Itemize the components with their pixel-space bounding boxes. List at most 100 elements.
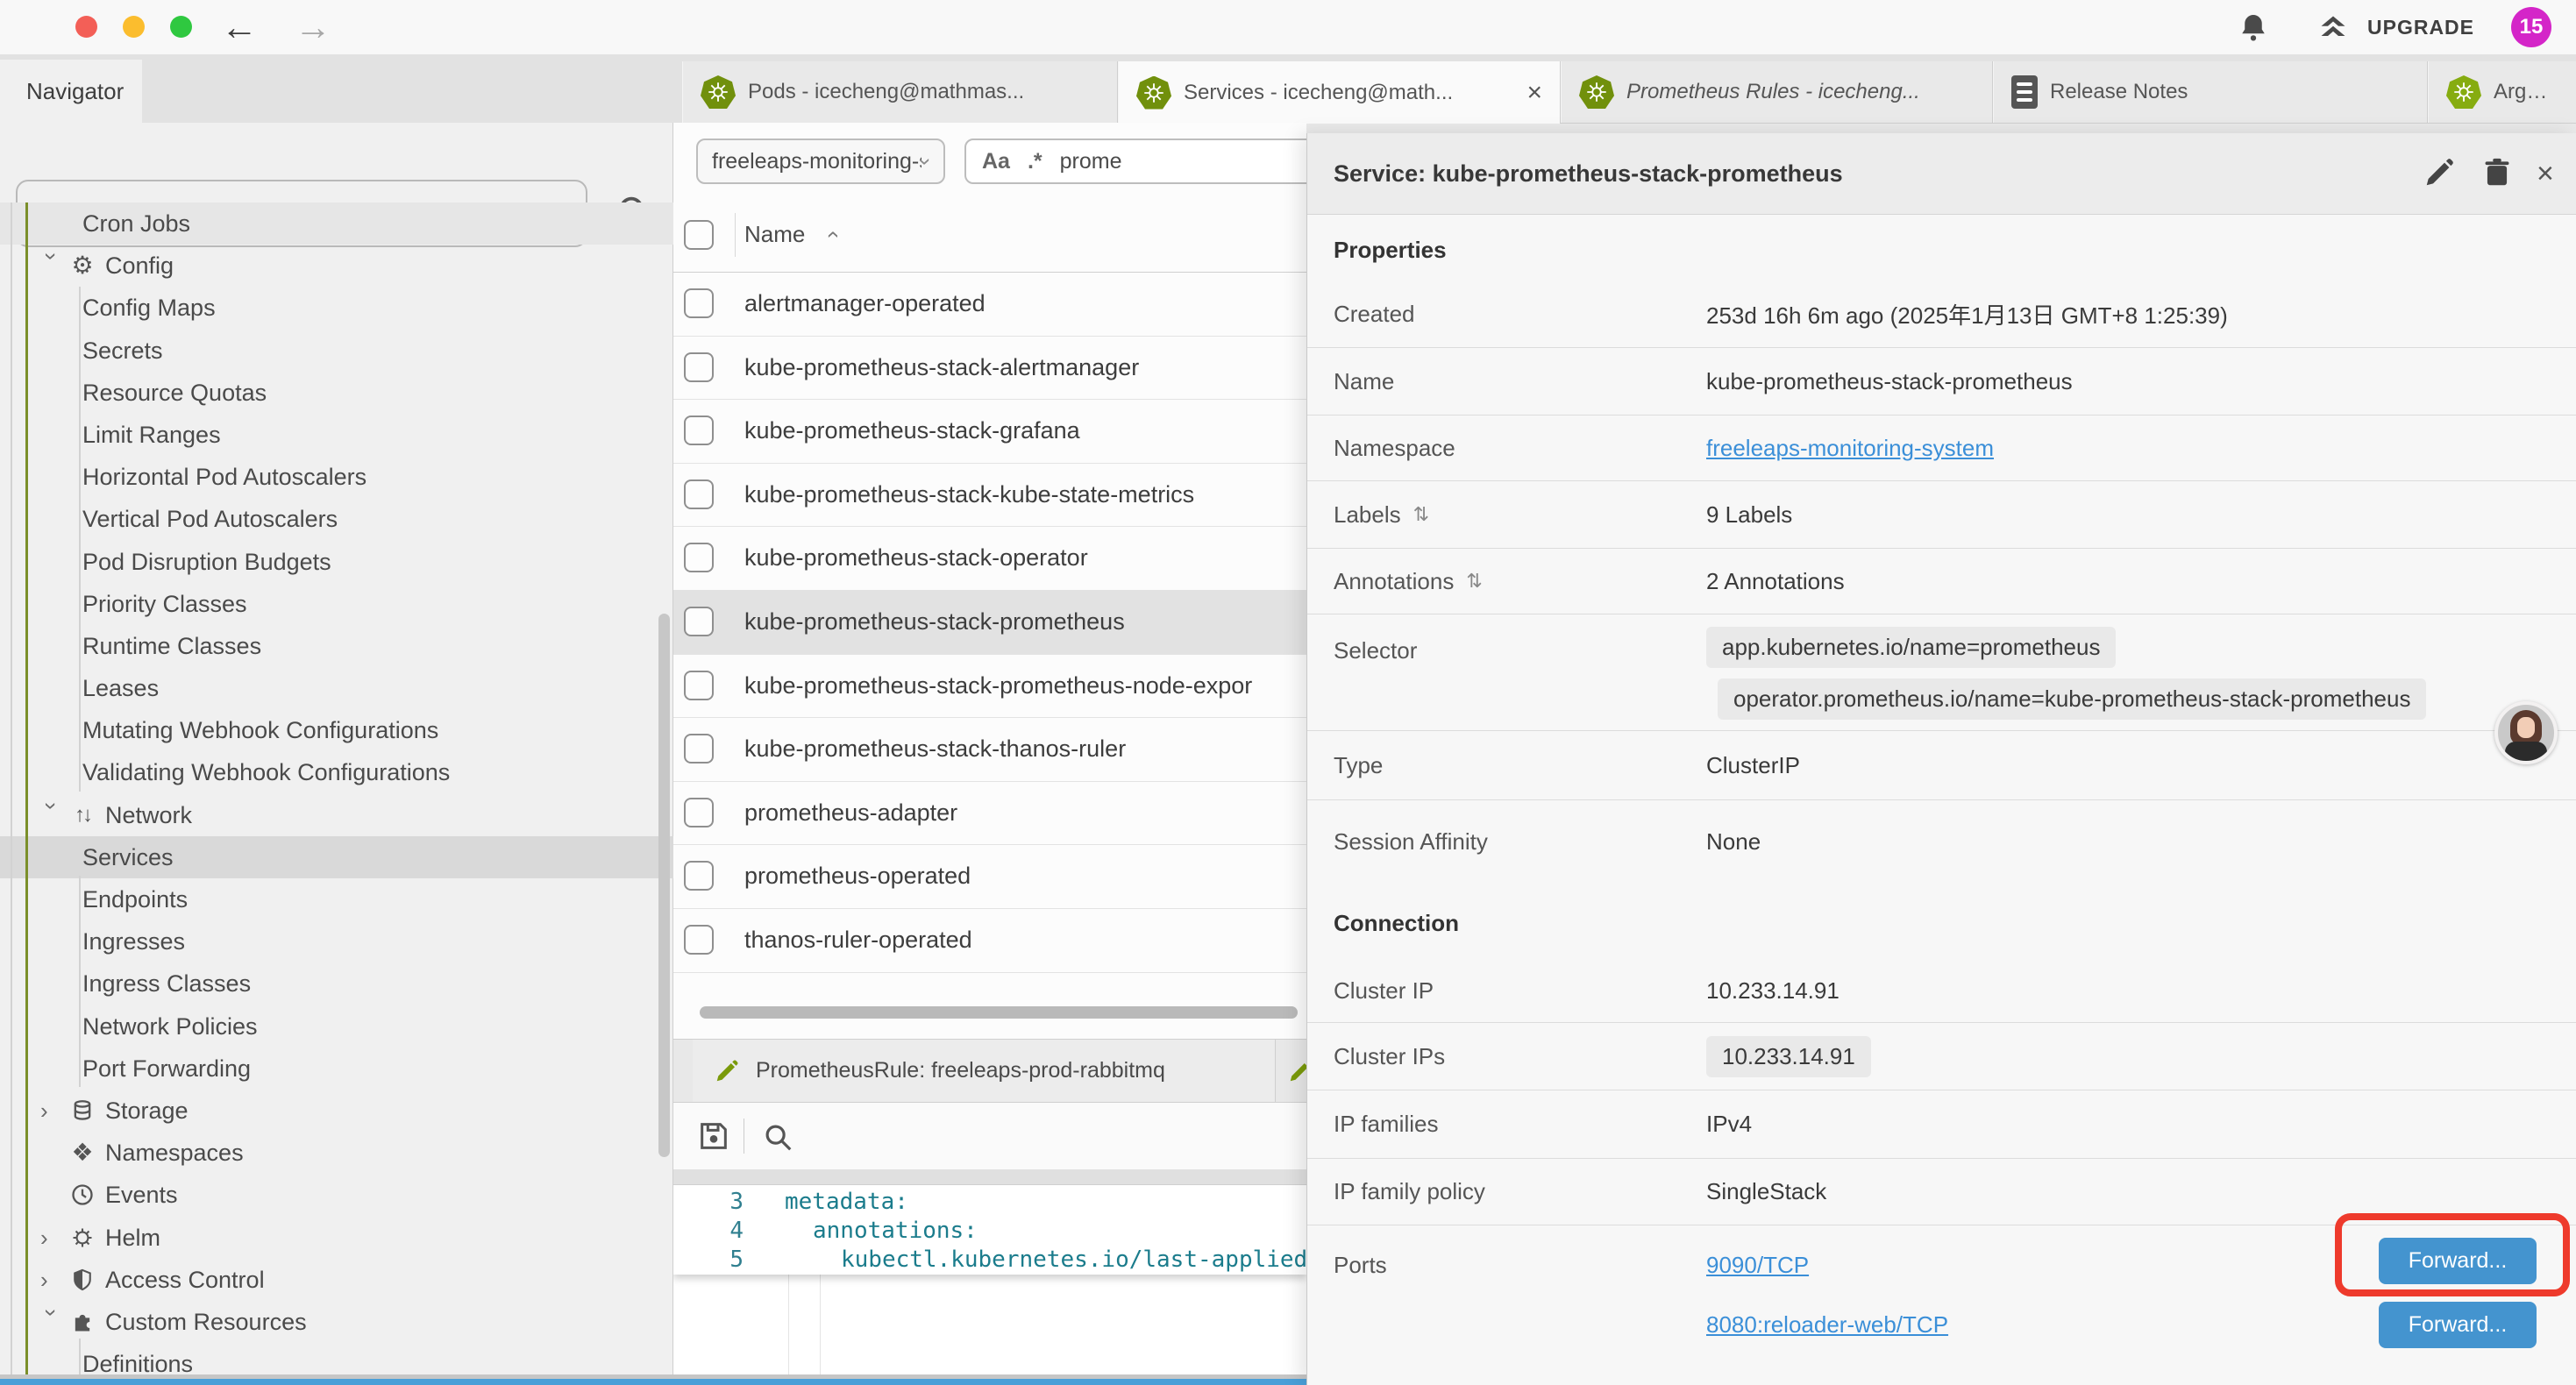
sidebar-item-mutating-webhook-configurations[interactable]: Mutating Webhook Configurations — [0, 709, 673, 751]
close-window-button[interactable] — [75, 16, 97, 38]
row-checkbox[interactable] — [684, 479, 714, 509]
filter-query: prome — [1060, 149, 1122, 174]
sidebar-item-port-forwarding[interactable]: Port Forwarding — [0, 1048, 673, 1090]
close-icon[interactable]: × — [2537, 156, 2554, 191]
row-checkbox[interactable] — [684, 734, 714, 764]
table-row[interactable]: kube-prometheus-stack-grafana — [673, 399, 1306, 464]
sidebar-item-ingress-classes[interactable]: Ingress Classes — [0, 962, 673, 1005]
properties-section-heading: Properties — [1334, 237, 1447, 264]
expand-collapse-icon[interactable]: ⇅ — [1466, 570, 1482, 593]
row-checkbox[interactable] — [684, 543, 714, 572]
sidebar-item-network-policies[interactable]: Network Policies — [0, 1005, 673, 1048]
table-row[interactable]: kube-prometheus-stack-prometheus-node-ex… — [673, 654, 1306, 719]
port-8080-link[interactable]: 8080:reloader-web/TCP — [1706, 1311, 1948, 1339]
avatar[interactable] — [2494, 701, 2558, 764]
tab-release-notes[interactable]: Release Notes — [1993, 61, 2428, 123]
table-row[interactable]: alertmanager-operated — [673, 272, 1306, 337]
sidebar-item-network[interactable]: › ↑↓ Network — [0, 794, 673, 836]
name-column-header[interactable]: Name› — [744, 197, 836, 272]
sidebar-item-pod-disruption-budgets[interactable]: Pod Disruption Budgets — [0, 541, 673, 583]
table-row-selected[interactable]: kube-prometheus-stack-prometheus — [673, 590, 1306, 655]
gears-icon: ⚙ — [67, 245, 98, 287]
row-checkbox[interactable] — [684, 607, 714, 636]
sidebar-item-custom-resources[interactable]: › Custom Resources — [0, 1301, 673, 1343]
tab-argo[interactable]: Argo Se — [2428, 61, 2576, 123]
upgrade-chevrons-icon[interactable] — [2315, 12, 2352, 44]
notification-count-badge[interactable]: 15 — [2511, 7, 2551, 47]
editor-tab-prometheusrule[interactable]: PrometheusRule: freeleaps-prod-rabbitmq — [693, 1040, 1276, 1102]
match-case-toggle[interactable]: Aa — [982, 149, 1010, 174]
row-checkbox[interactable] — [684, 671, 714, 700]
table-row[interactable]: kube-prometheus-stack-alertmanager — [673, 336, 1306, 401]
sidebar-item-helm[interactable]: › Helm — [0, 1217, 673, 1259]
minimize-window-button[interactable] — [123, 16, 145, 38]
sidebar-item-storage[interactable]: › Storage — [0, 1090, 673, 1132]
filter-input[interactable]: Aa .* prome — [964, 138, 1333, 184]
indent-guide — [820, 1275, 821, 1376]
horizontal-scrollbar[interactable] — [700, 1006, 1298, 1019]
expand-collapse-icon[interactable]: ⇅ — [1413, 503, 1429, 526]
bell-icon[interactable] — [2238, 12, 2269, 44]
forward-port-8080-button[interactable]: Forward... — [2379, 1302, 2537, 1348]
sidebar-item-events[interactable]: Events — [0, 1174, 673, 1216]
regex-toggle[interactable]: .* — [1028, 149, 1042, 174]
column-divider — [735, 213, 736, 257]
tree-guide-line — [11, 202, 12, 1380]
tab-services[interactable]: Services - icecheng@math... × — [1118, 61, 1561, 124]
sidebar-item-endpoints[interactable]: Endpoints — [0, 878, 673, 920]
sidebar-item-priority-classes[interactable]: Priority Classes — [0, 583, 673, 625]
maximize-window-button[interactable] — [170, 16, 192, 38]
sidebar-item-ingresses[interactable]: Ingresses — [0, 920, 673, 962]
yaml-editor[interactable]: 11 ","for":"1m","labels":{"service":" 12… — [673, 1185, 1306, 1376]
sidebar-item-access-control[interactable]: › Access Control — [0, 1259, 673, 1301]
row-checkbox[interactable] — [684, 416, 714, 445]
table-row[interactable]: kube-prometheus-stack-operator — [673, 526, 1306, 591]
row-checkbox[interactable] — [684, 288, 714, 318]
port-9090-link[interactable]: 9090/TCP — [1706, 1252, 1809, 1279]
row-checkbox[interactable] — [684, 861, 714, 891]
close-tab-icon[interactable]: × — [1526, 78, 1542, 108]
tab-navigator[interactable]: Navigator — [0, 60, 142, 123]
navigator-tab-label: Navigator — [26, 78, 124, 105]
editor-search-icon[interactable] — [761, 1120, 794, 1154]
sidebar-item-config-maps[interactable]: Config Maps — [0, 287, 673, 329]
upgrade-button[interactable]: UPGRADE — [2367, 0, 2474, 54]
edit-pencil-icon[interactable] — [2423, 156, 2456, 189]
sidebar-item-services[interactable]: Services — [0, 836, 673, 878]
table-row[interactable]: prometheus-adapter — [673, 781, 1306, 846]
chevron-collapsed-icon[interactable]: › — [40, 1259, 63, 1301]
sidebar-item-vertical-pod-autoscalers[interactable]: Vertical Pod Autoscalers — [0, 498, 673, 540]
table-row[interactable]: prometheus-operated — [673, 844, 1306, 909]
namespace-link[interactable]: freeleaps-monitoring-system — [1706, 435, 1994, 462]
sidebar-item-runtime-classes[interactable]: Runtime Classes — [0, 625, 673, 667]
sidebar-item-cron-jobs[interactable]: Cron Jobs — [0, 202, 673, 245]
sidebar-item-namespaces[interactable]: ❖ Namespaces — [0, 1132, 673, 1174]
chevron-collapsed-icon[interactable]: › — [40, 1217, 63, 1259]
sidebar-item-config[interactable]: › ⚙ Config — [0, 245, 673, 287]
sidebar-item-validating-webhook-configurations[interactable]: Validating Webhook Configurations — [0, 751, 673, 793]
tab-prometheus-rules[interactable]: Prometheus Rules - icecheng... — [1561, 61, 1993, 123]
chevron-collapsed-icon[interactable]: › — [40, 1090, 63, 1132]
select-all-checkbox[interactable] — [684, 220, 714, 250]
table-row[interactable]: kube-prometheus-stack-thanos-ruler — [673, 717, 1306, 782]
sidebar-item-limit-ranges[interactable]: Limit Ranges — [0, 414, 673, 456]
sidebar-item-leases[interactable]: Leases — [0, 667, 673, 709]
row-checkbox[interactable] — [684, 798, 714, 827]
table-row[interactable]: thanos-ruler-operated — [673, 908, 1306, 973]
back-arrow-icon[interactable]: ← — [221, 0, 258, 54]
sidebar-item-secrets[interactable]: Secrets — [0, 330, 673, 372]
code-line: 3 metadata: — [673, 1188, 1306, 1217]
trash-icon[interactable] — [2480, 156, 2514, 189]
detail-title: Service: kube-prometheus-stack-prometheu… — [1334, 133, 1843, 214]
namespace-selector[interactable]: freeleaps-monitoring-system › — [696, 138, 945, 184]
save-icon[interactable] — [696, 1119, 731, 1154]
sidebar-scrollbar[interactable] — [658, 614, 670, 1157]
row-checkbox[interactable] — [684, 925, 714, 955]
sidebar-item-resource-quotas[interactable]: Resource Quotas — [0, 372, 673, 414]
editor-minimap-strip — [673, 1169, 1306, 1185]
row-checkbox[interactable] — [684, 352, 714, 382]
forward-arrow-icon[interactable]: → — [295, 0, 331, 54]
table-row[interactable]: kube-prometheus-stack-kube-state-metrics — [673, 463, 1306, 528]
tab-pods[interactable]: Pods - icecheng@mathmas... — [682, 61, 1118, 123]
sidebar-item-horizontal-pod-autoscalers[interactable]: Horizontal Pod Autoscalers — [0, 456, 673, 498]
